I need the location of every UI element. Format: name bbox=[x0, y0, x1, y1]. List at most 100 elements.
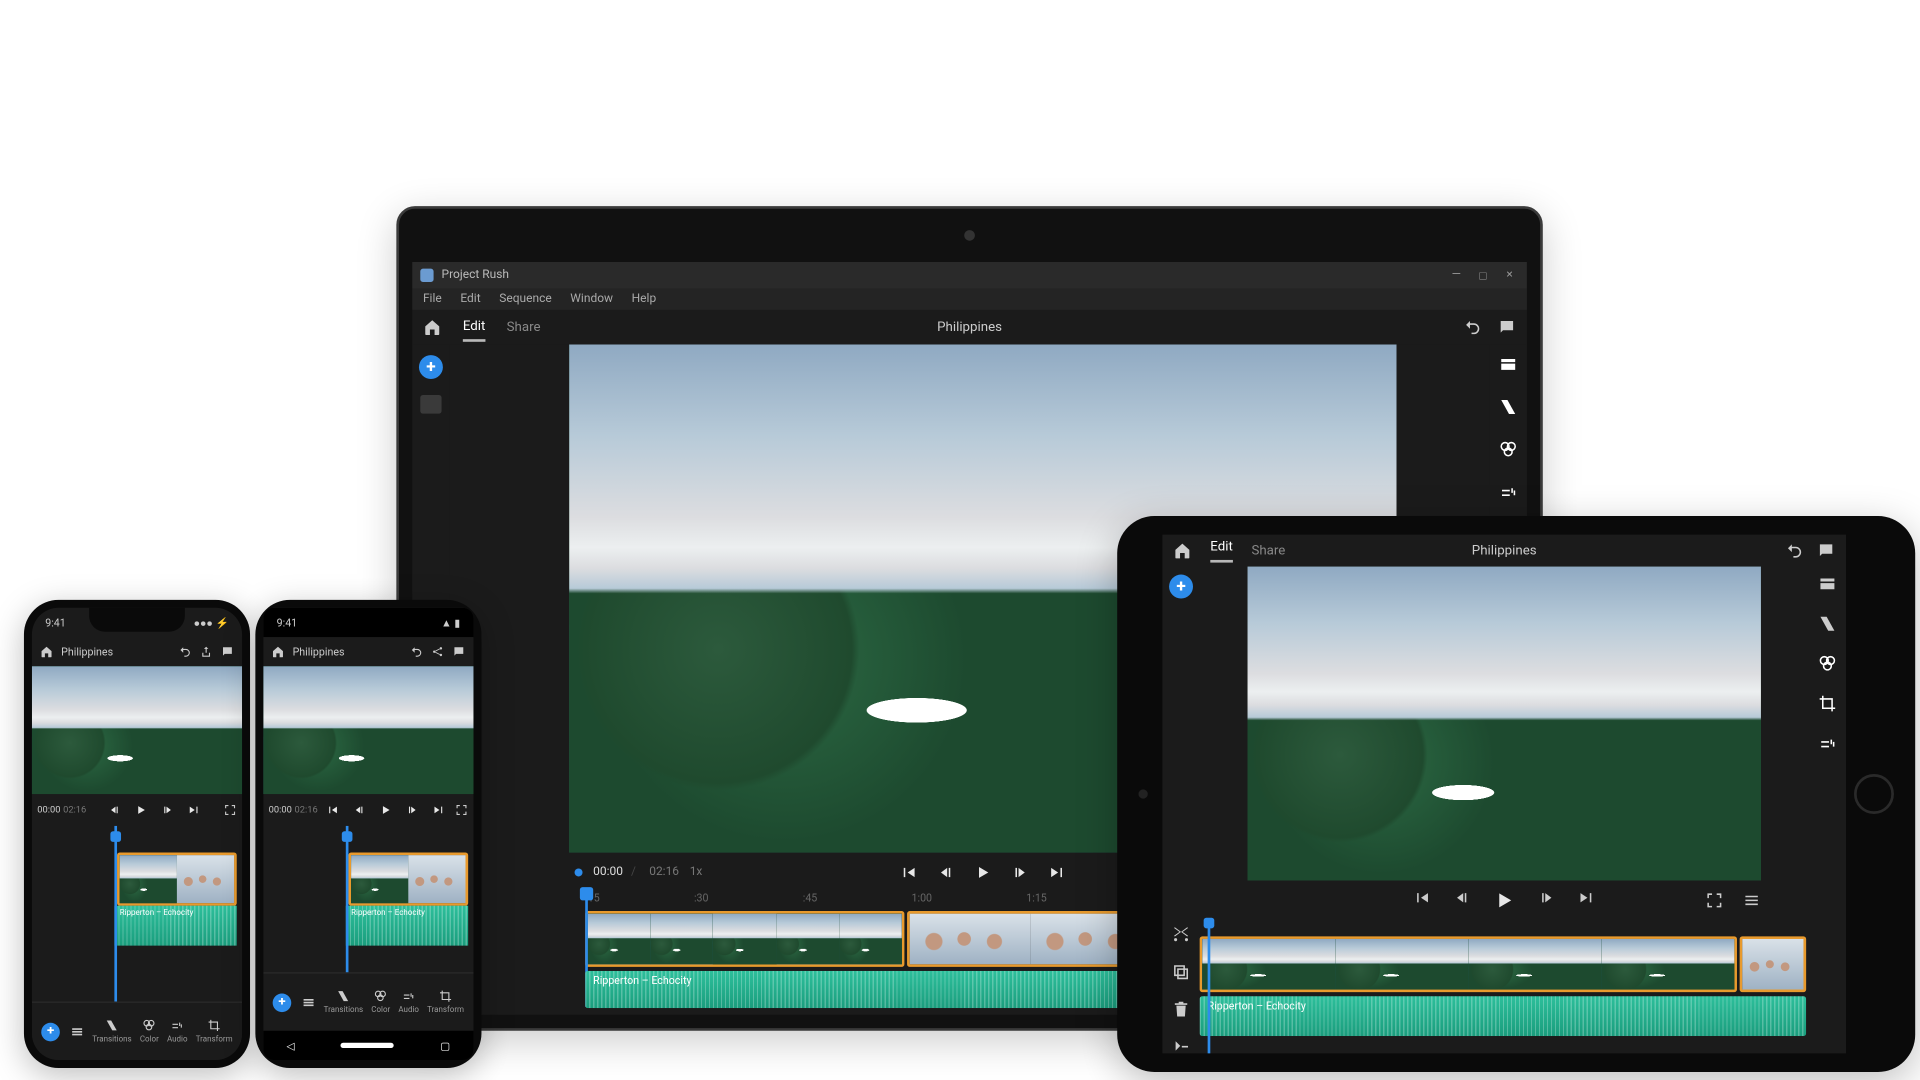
playhead[interactable] bbox=[1208, 920, 1211, 1053]
tool-audio[interactable]: Audio bbox=[398, 990, 419, 1015]
add-media-button[interactable]: + bbox=[41, 1022, 60, 1041]
titles-panel-icon[interactable] bbox=[1499, 355, 1518, 374]
play-button[interactable] bbox=[135, 803, 148, 816]
home-icon[interactable] bbox=[40, 645, 53, 658]
transitions-panel-icon[interactable] bbox=[1499, 398, 1518, 417]
fullscreen-icon[interactable] bbox=[455, 803, 468, 816]
timeline[interactable]: Ripperton – Echocity bbox=[32, 826, 242, 1002]
audio-clip[interactable]: Ripperton – Echocity bbox=[1200, 996, 1806, 1036]
crop-panel-icon[interactable] bbox=[1818, 694, 1837, 713]
tab-share[interactable]: Share bbox=[1251, 543, 1285, 558]
transitions-panel-icon[interactable] bbox=[1818, 614, 1837, 633]
window-minimize-button[interactable]: — bbox=[1447, 269, 1466, 282]
undo-icon[interactable] bbox=[178, 645, 191, 658]
audio-panel-icon[interactable] bbox=[1818, 734, 1837, 753]
go-start-button[interactable] bbox=[899, 863, 918, 882]
home-tab-icon[interactable] bbox=[1173, 541, 1192, 560]
step-back-button[interactable] bbox=[936, 863, 955, 882]
tracks-expand-icon[interactable] bbox=[1172, 1037, 1191, 1056]
add-media-button[interactable]: + bbox=[273, 993, 292, 1012]
fullscreen-icon[interactable] bbox=[223, 803, 236, 816]
tool-audio[interactable]: Audio bbox=[167, 1019, 188, 1044]
audio-clip[interactable]: Ripperton – Echocity bbox=[346, 906, 468, 946]
home-tab-icon[interactable] bbox=[423, 318, 442, 337]
window-close-button[interactable]: × bbox=[1500, 269, 1519, 282]
play-button[interactable] bbox=[974, 863, 993, 882]
play-button[interactable] bbox=[380, 803, 393, 816]
android-recent-button[interactable]: ▢ bbox=[440, 1039, 450, 1051]
video-preview[interactable] bbox=[1248, 567, 1761, 881]
comments-icon[interactable] bbox=[1817, 541, 1836, 560]
go-end-button[interactable] bbox=[1577, 888, 1596, 912]
timeline[interactable]: Ripperton – Echocity bbox=[1200, 920, 1846, 1053]
step-forward-button[interactable] bbox=[406, 803, 419, 816]
delete-icon[interactable] bbox=[1172, 1000, 1191, 1019]
audio-clip[interactable]: Ripperton – Echocity bbox=[114, 906, 236, 946]
android-home-button[interactable] bbox=[341, 1043, 394, 1048]
video-clip-1[interactable] bbox=[585, 911, 904, 967]
video-clip-1[interactable] bbox=[1200, 936, 1737, 992]
scissors-icon[interactable] bbox=[1172, 926, 1191, 945]
tool-transitions[interactable]: Transitions bbox=[92, 1019, 131, 1044]
tool-color[interactable]: Color bbox=[371, 990, 390, 1015]
step-forward-button[interactable] bbox=[1011, 863, 1030, 882]
video-preview[interactable] bbox=[263, 666, 473, 794]
export-icon[interactable] bbox=[200, 645, 213, 658]
video-clip[interactable] bbox=[117, 853, 237, 906]
video-clip[interactable] bbox=[348, 853, 468, 906]
color-panel-icon[interactable] bbox=[1818, 654, 1837, 673]
app-title: Project Rush bbox=[442, 269, 509, 282]
go-end-button[interactable] bbox=[1048, 863, 1067, 882]
titles-panel-icon[interactable] bbox=[1818, 575, 1837, 594]
tool-transitions[interactable]: Transitions bbox=[324, 990, 363, 1015]
project-panel-button[interactable] bbox=[420, 395, 441, 414]
play-button[interactable] bbox=[1492, 888, 1516, 912]
home-icon[interactable] bbox=[271, 645, 284, 658]
comments-icon[interactable] bbox=[1498, 318, 1517, 337]
tool-transform[interactable]: Transform bbox=[427, 990, 464, 1015]
window-maximize-button[interactable]: □ bbox=[1474, 268, 1493, 283]
video-clip-2[interactable] bbox=[1740, 936, 1807, 992]
menu-file[interactable]: File bbox=[423, 293, 442, 306]
step-back-button[interactable] bbox=[108, 803, 121, 816]
step-back-button[interactable] bbox=[353, 803, 366, 816]
step-back-button[interactable] bbox=[1452, 888, 1471, 912]
menu-window[interactable]: Window bbox=[570, 293, 613, 306]
go-start-button[interactable] bbox=[1412, 888, 1431, 912]
tool-transform[interactable]: Transform bbox=[196, 1019, 233, 1044]
menu-edit[interactable]: Edit bbox=[460, 293, 480, 306]
tab-edit[interactable]: Edit bbox=[1210, 539, 1233, 562]
step-forward-button[interactable] bbox=[1537, 888, 1556, 912]
tablet-home-button[interactable] bbox=[1854, 774, 1894, 814]
comments-icon[interactable] bbox=[452, 645, 465, 658]
undo-icon[interactable] bbox=[1785, 541, 1804, 560]
tab-share[interactable]: Share bbox=[507, 315, 541, 340]
playhead[interactable] bbox=[114, 826, 117, 1002]
go-end-button[interactable] bbox=[188, 803, 201, 816]
go-start-button[interactable] bbox=[326, 803, 339, 816]
color-panel-icon[interactable] bbox=[1499, 440, 1518, 459]
tab-edit[interactable]: Edit bbox=[463, 313, 486, 341]
timeline[interactable]: Ripperton – Echocity bbox=[263, 826, 473, 972]
comments-icon[interactable] bbox=[221, 645, 234, 658]
duplicate-icon[interactable] bbox=[1172, 963, 1191, 982]
android-back-button[interactable]: ◁ bbox=[286, 1039, 294, 1051]
tool-color[interactable]: Color bbox=[140, 1019, 159, 1044]
go-end-button[interactable] bbox=[433, 803, 446, 816]
add-media-button[interactable]: + bbox=[1169, 575, 1193, 599]
playhead[interactable] bbox=[346, 826, 349, 972]
undo-icon[interactable] bbox=[410, 645, 423, 658]
tracks-toggle-button[interactable] bbox=[302, 996, 315, 1009]
undo-icon[interactable] bbox=[1463, 318, 1482, 337]
playback-rate[interactable]: 1x bbox=[690, 866, 703, 879]
more-icon[interactable] bbox=[1742, 891, 1761, 910]
step-forward-button[interactable] bbox=[162, 803, 175, 816]
add-media-button[interactable]: + bbox=[419, 355, 443, 379]
menu-help[interactable]: Help bbox=[632, 293, 657, 306]
share-icon[interactable] bbox=[431, 645, 444, 658]
fullscreen-icon[interactable] bbox=[1705, 891, 1724, 910]
audio-panel-icon[interactable] bbox=[1499, 483, 1518, 502]
video-preview[interactable] bbox=[32, 666, 242, 794]
menu-sequence[interactable]: Sequence bbox=[499, 293, 551, 306]
tracks-toggle-button[interactable] bbox=[71, 1025, 84, 1038]
